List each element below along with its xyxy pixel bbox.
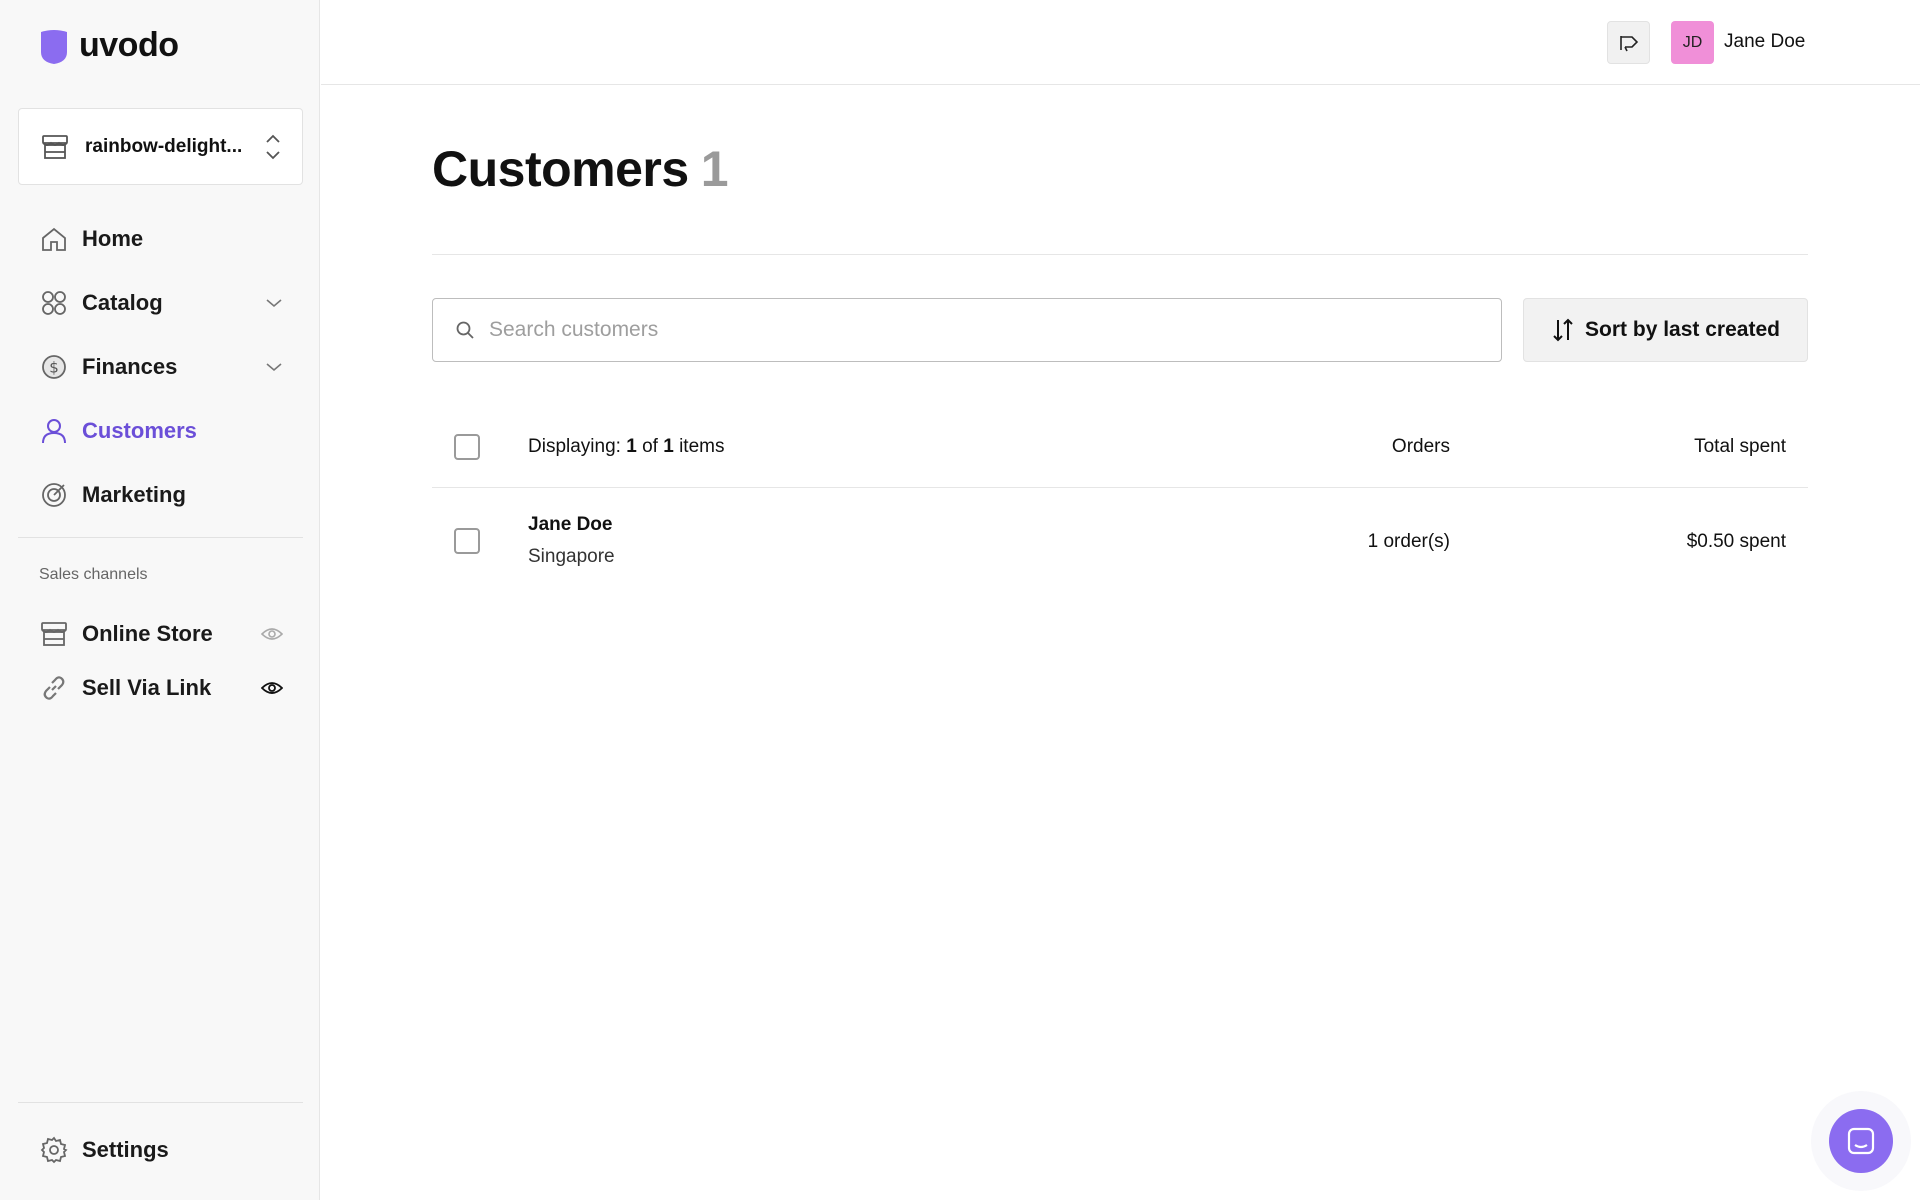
nav-label: Marketing	[82, 482, 186, 507]
nav-item-settings[interactable]: Settings	[18, 1118, 303, 1182]
channel-label: Sell Via Link	[82, 675, 212, 700]
displaying-shown: 1	[626, 436, 637, 457]
row-checkbox[interactable]	[454, 528, 480, 554]
sort-label: Sort by last created	[1585, 318, 1780, 341]
nav-divider	[18, 537, 303, 538]
customer-orders: 1 order(s)	[1367, 531, 1450, 552]
channel-sell-via-link[interactable]: Sell Via Link	[18, 661, 303, 715]
chevron-down-icon[interactable]	[265, 297, 283, 309]
customer-total-spent: $0.50 spent	[1686, 531, 1786, 552]
search-input[interactable]	[489, 318, 1449, 342]
nav-label: Customers	[82, 418, 197, 443]
brand-name: uvodo	[79, 26, 179, 64]
store-icon	[42, 134, 68, 159]
customer-name[interactable]: Jane Doe	[528, 514, 612, 536]
chat-icon	[1847, 1127, 1875, 1155]
store-name: rainbow-delight...	[85, 135, 243, 157]
displaying-prefix: Displaying:	[528, 436, 621, 457]
target-icon	[42, 483, 66, 507]
top-bar: JD Jane Doe	[321, 0, 1920, 85]
nav-item-catalog[interactable]: Catalog	[18, 271, 303, 335]
uvodo-logo-icon	[41, 29, 67, 64]
catalog-icon	[42, 291, 66, 315]
displaying-count: Displaying: 1 of 1 items	[528, 436, 724, 458]
table-header: Displaying: 1 of 1 items Orders Total sp…	[432, 410, 1808, 488]
eye-icon[interactable]	[261, 626, 283, 642]
nav-item-marketing[interactable]: Marketing	[18, 463, 303, 527]
eye-icon[interactable]	[261, 680, 283, 696]
select-all-checkbox[interactable]	[454, 434, 480, 460]
sort-button[interactable]: Sort by last created	[1523, 298, 1808, 362]
chat-support-button[interactable]	[1829, 1109, 1893, 1173]
home-icon	[42, 227, 66, 251]
gear-icon	[40, 1136, 68, 1164]
column-header-orders[interactable]: Orders	[1392, 436, 1450, 458]
main-nav: Home Catalog $ Finances Customers Market…	[18, 207, 303, 527]
nav-item-home[interactable]: Home	[18, 207, 303, 271]
nav-label: Home	[82, 226, 144, 251]
channel-online-store[interactable]: Online Store	[18, 607, 303, 661]
svg-text:$: $	[49, 359, 59, 377]
nav-divider	[18, 1102, 303, 1103]
avatar[interactable]: JD	[1671, 21, 1714, 64]
brand-logo[interactable]: uvodo	[39, 26, 179, 65]
title-divider	[432, 254, 1808, 255]
channel-label: Online Store	[82, 621, 213, 646]
link-icon	[43, 676, 65, 700]
nav-label: Finances	[82, 354, 178, 379]
sidebar: uvodo rainbow-delight... Home Catalog $ …	[0, 0, 320, 1200]
store-icon	[41, 622, 67, 646]
nav-item-customers[interactable]: Customers	[18, 399, 303, 463]
store-switcher[interactable]: rainbow-delight...	[18, 108, 303, 185]
user-name[interactable]: Jane Doe	[1724, 31, 1805, 53]
megaphone-icon	[1619, 35, 1638, 51]
sales-channels-label: Sales channels	[39, 566, 148, 583]
user-icon	[42, 419, 66, 444]
displaying-total: 1	[663, 436, 674, 457]
page-title-text: Customers	[432, 141, 689, 197]
search-box	[432, 298, 1502, 362]
nav-item-finances[interactable]: $ Finances	[18, 335, 303, 399]
nav-label: Settings	[82, 1137, 169, 1162]
nav-label: Catalog	[82, 290, 163, 315]
announcements-button[interactable]	[1607, 21, 1650, 64]
chevron-up-down-icon	[266, 134, 280, 159]
customer-count: 1	[700, 141, 729, 197]
settings-section: Settings	[18, 1118, 303, 1182]
page-title: Customers 1	[432, 140, 729, 198]
dollar-icon: $	[42, 355, 66, 379]
sort-arrows-icon	[1553, 318, 1573, 342]
displaying-suffix: items	[679, 436, 725, 457]
chevron-down-icon[interactable]	[265, 361, 283, 373]
search-icon	[456, 321, 474, 339]
sales-channels-list: Online Store Sell Via Link	[18, 607, 303, 715]
column-header-total-spent[interactable]: Total spent	[1694, 436, 1786, 458]
customer-location: Singapore	[528, 546, 615, 567]
displaying-of: of	[642, 436, 658, 457]
table-row[interactable]: Jane Doe Singapore 1 order(s) $0.50 spen…	[432, 488, 1808, 592]
